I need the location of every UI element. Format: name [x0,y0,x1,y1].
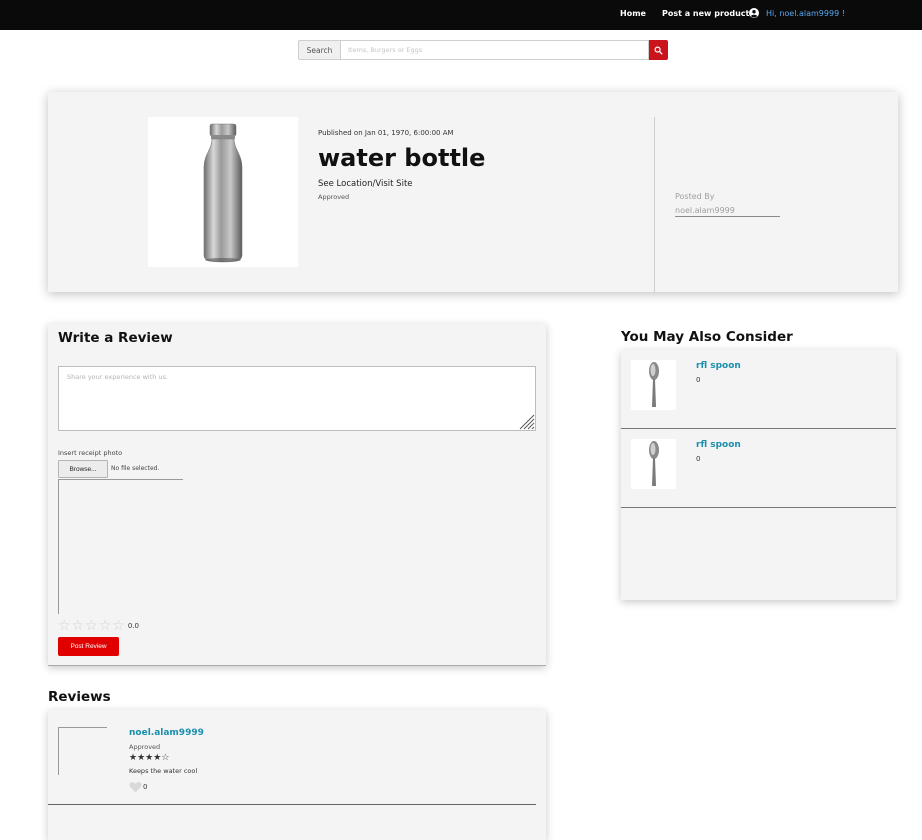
write-review-card: Write a Review Insert receipt photo Brow… [48,324,546,666]
star-icon: ★ [129,753,138,763]
water-bottle-image [203,123,243,263]
posted-by-label: Posted By [675,192,715,201]
review-stars: ★ ★ ★ ★ ☆ [129,753,169,764]
review-textarea[interactable] [58,366,536,431]
consider-card: rfl spoon 0 rfl spoon 0 [621,350,896,600]
star-icon: ★ [153,753,162,763]
consider-title: You May Also Consider [621,329,793,345]
review-status: Approved [129,743,161,751]
spoon-image [648,441,659,486]
review-divider [48,804,536,805]
consider-item[interactable]: rfl spoon 0 [621,429,896,508]
nav-user-greeting[interactable]: Hi, noel.alam9999 ! [766,9,845,18]
see-location-link[interactable]: See Location/Visit Site [318,179,413,189]
consider-item-name[interactable]: rfl spoon [696,361,741,371]
resize-grip-icon[interactable] [517,412,535,430]
browse-file-button[interactable]: Browse... [58,460,108,478]
product-title: water bottle [318,144,486,172]
heart-icon[interactable] [129,781,142,793]
nav-user-menu[interactable]: Hi, noel.alam9999 ! [749,8,845,18]
search-label: Search [298,40,340,60]
search-icon [654,46,663,55]
star-icon: ☆ [161,753,170,763]
write-review-title: Write a Review [58,330,173,346]
consider-item-count: 0 [696,455,701,463]
reviews-card: noel.alam9999 Approved ★ ★ ★ ★ ☆ Keeps t… [48,710,546,840]
review-text: Keeps the water cool [129,767,198,775]
star-icon[interactable]: ☆ [99,619,112,633]
no-file-text: No file selected. [111,465,160,472]
star-icon[interactable]: ☆ [112,619,125,633]
product-published-date: Published on Jan 01, 1970, 6:00:00 AM [318,129,454,137]
star-icon[interactable]: ☆ [72,619,85,633]
review-user[interactable]: noel.alam9999 [129,728,204,738]
card-divider [654,117,655,292]
search-input[interactable] [340,40,649,60]
consider-item[interactable]: rfl spoon 0 [621,350,896,429]
star-icon[interactable]: ☆ [58,619,71,633]
spoon-image [648,362,659,407]
star-icon: ★ [137,753,146,763]
review-photo [58,727,107,775]
review-like[interactable]: 0 [129,781,147,793]
review-like-count: 0 [143,783,148,791]
user-circle-icon [749,8,759,18]
posted-by-user[interactable]: noel.alam9999 [675,206,780,217]
product-card: Published on Jan 01, 1970, 6:00:00 AM wa… [48,92,898,292]
receipt-photo-preview [58,479,183,614]
consider-thumbnail[interactable] [631,360,676,410]
consider-item-name[interactable]: rfl spoon [696,440,741,450]
star-icon: ★ [145,753,154,763]
top-navbar: Home Post a new product Hi, noel.alam999… [0,0,922,30]
reviews-title: Reviews [48,689,111,705]
search-bar: Search [298,40,668,60]
product-image [148,117,298,267]
consider-item-count: 0 [696,376,701,384]
search-button[interactable] [649,40,668,60]
star-rating-input[interactable]: ☆ ☆ ☆ ☆ ☆ 0.0 [58,619,139,633]
nav-post-product-link[interactable]: Post a new product [662,9,749,18]
product-status: Approved [318,193,350,201]
nav-home-link[interactable]: Home [620,9,646,18]
receipt-photo-label: Insert receipt photo [58,449,123,457]
consider-thumbnail[interactable] [631,439,676,489]
post-review-button[interactable]: Post Review [58,637,119,656]
star-icon[interactable]: ☆ [85,619,98,633]
rating-value: 0.0 [127,622,139,630]
